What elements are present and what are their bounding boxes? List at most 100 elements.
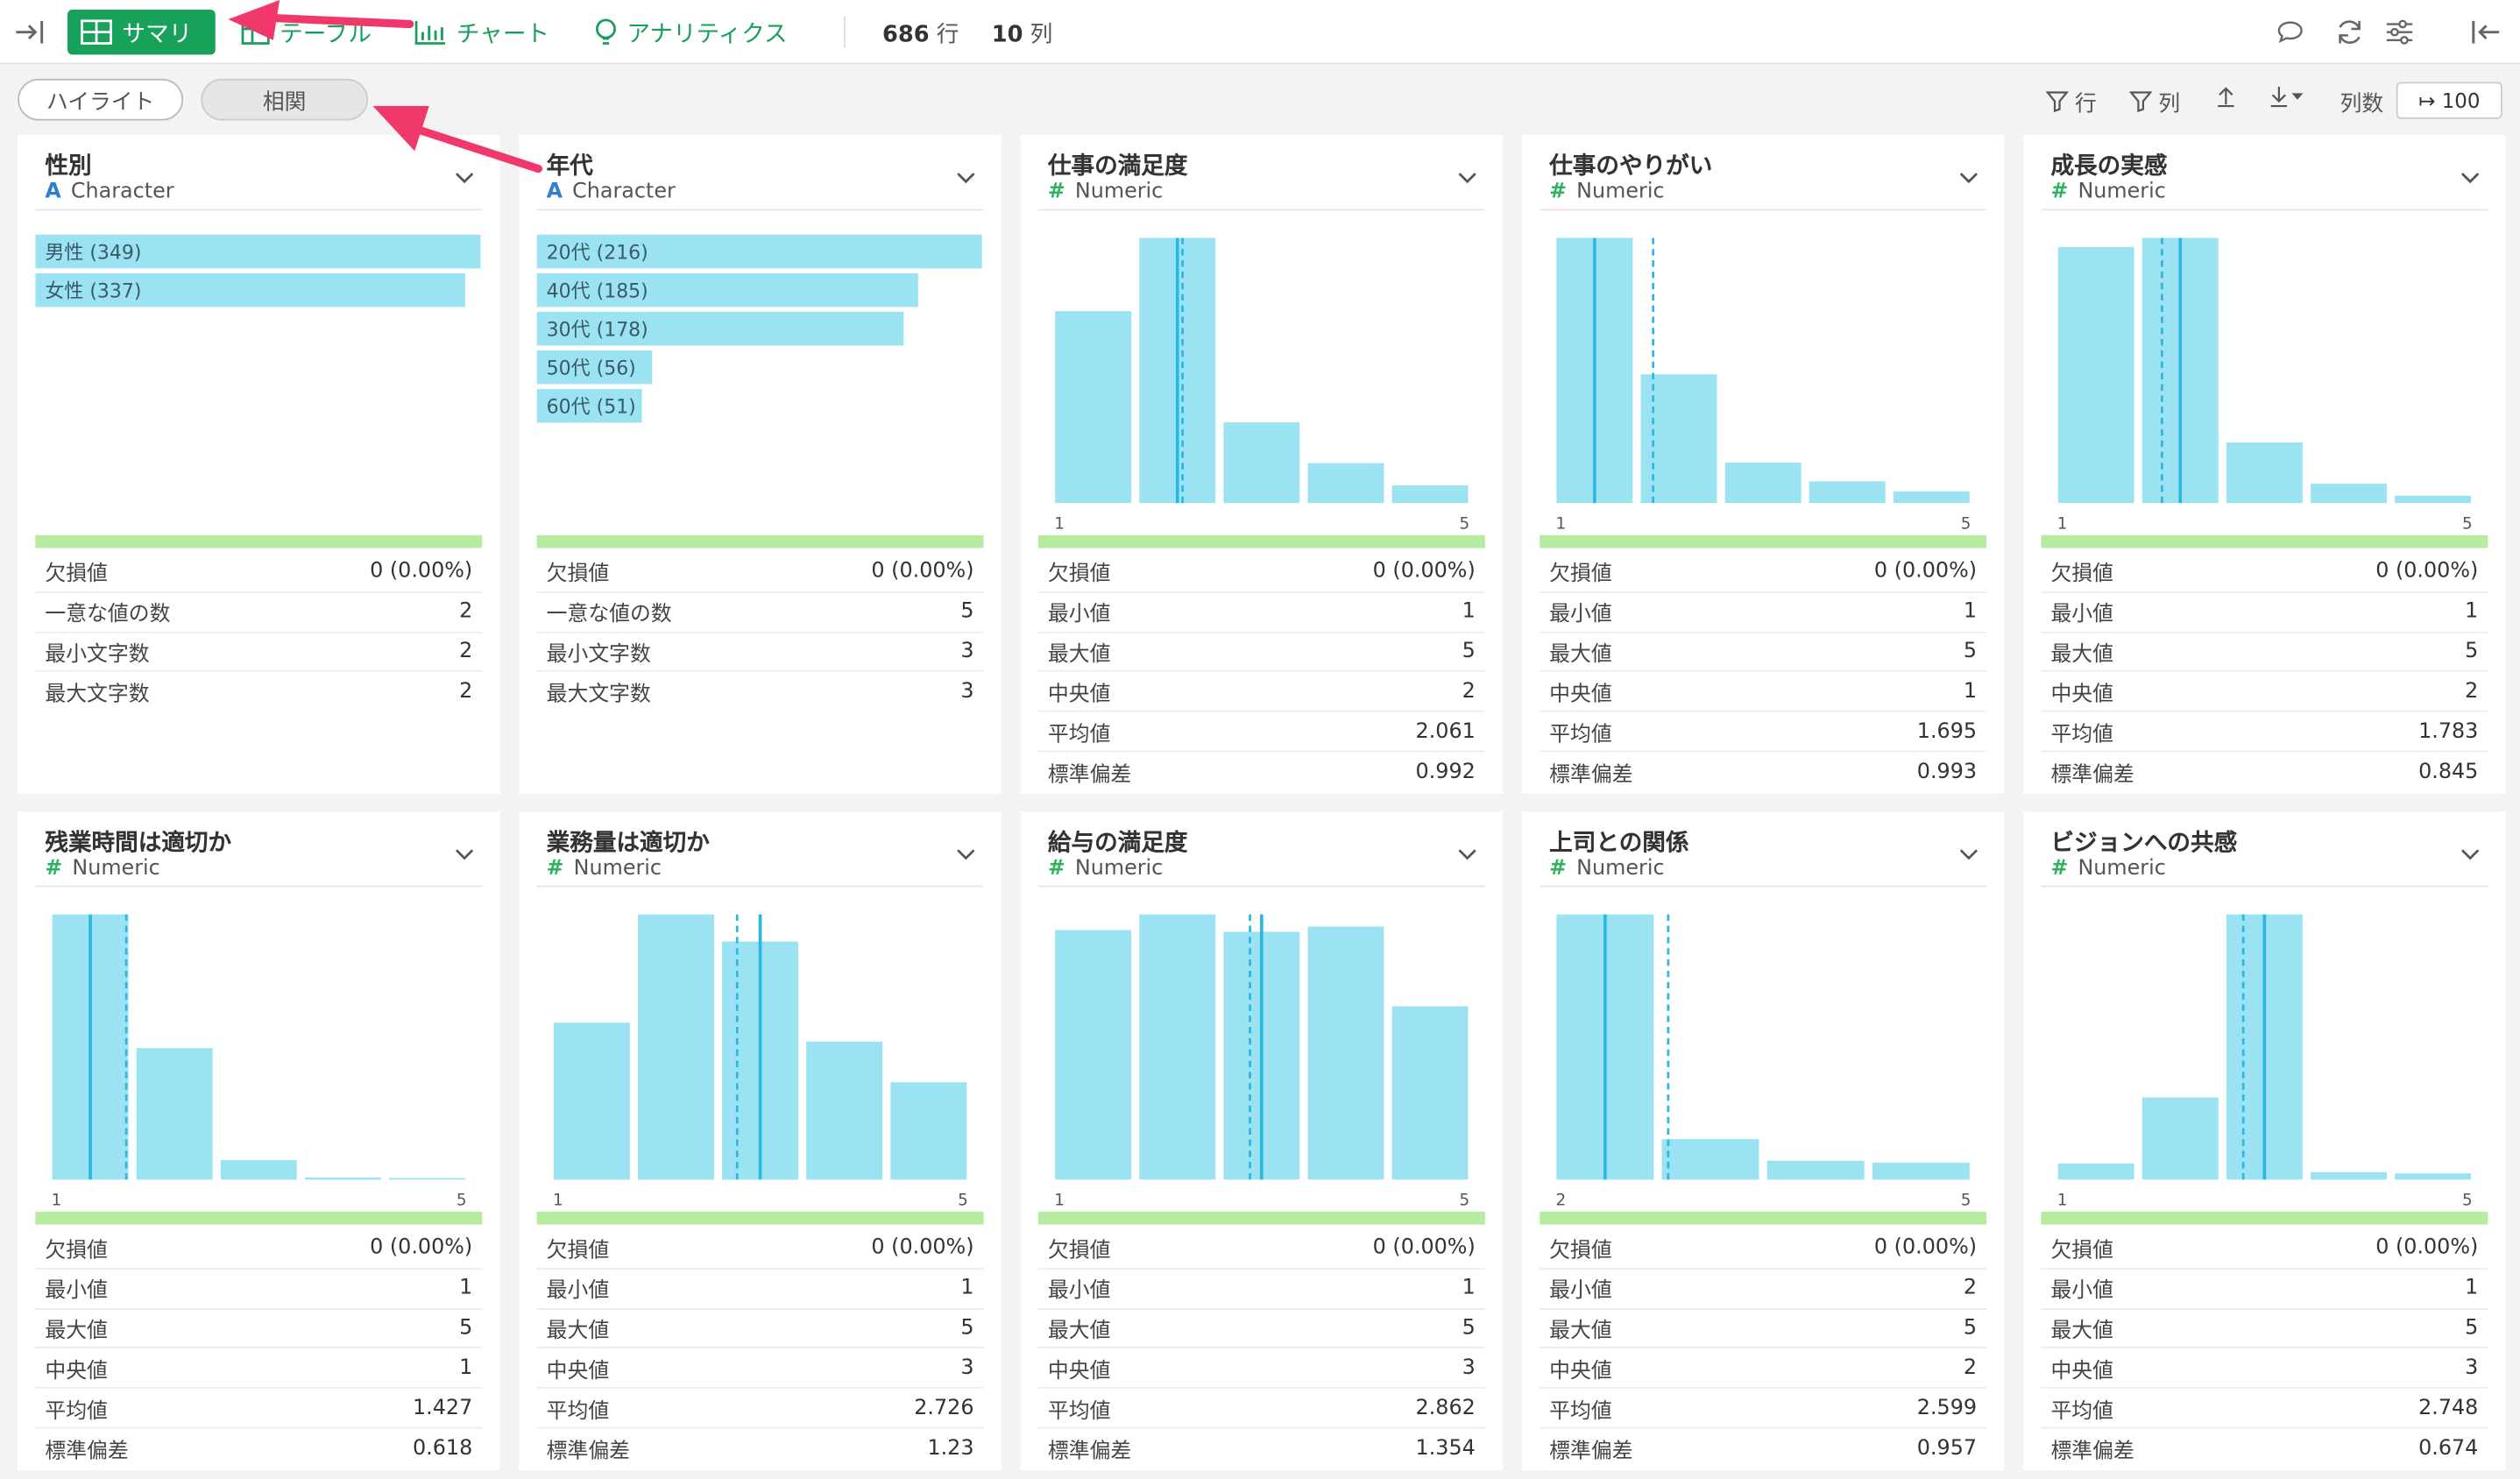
card-column-type: # Numeric (2050, 857, 2165, 881)
stat-value: 2 (459, 680, 473, 704)
histogram-bar[interactable] (1055, 930, 1132, 1180)
chevron-down-icon[interactable] (1458, 844, 1477, 867)
chevron-down-icon[interactable] (1458, 167, 1477, 190)
stat-row: 中央値 3 (536, 1349, 984, 1390)
stat-row: 中央値 2 (1540, 1349, 1987, 1390)
histogram-bar[interactable] (890, 1082, 967, 1180)
stat-row: 最大値 5 (35, 1309, 483, 1349)
stat-value: 0.993 (1916, 760, 1978, 784)
chevron-down-icon[interactable] (455, 844, 474, 867)
stat-value: 0 (0.00%) (1873, 560, 1978, 584)
stat-value: 0 (0.00%) (871, 1236, 974, 1261)
histogram-bar[interactable] (136, 1048, 213, 1180)
histogram-bar[interactable] (2226, 442, 2303, 504)
category-bar-label: 40代 (185) (547, 280, 648, 302)
stat-label: 最小文字数 (546, 642, 651, 668)
category-bar-label: 20代 (216) (547, 242, 648, 264)
card-divider (35, 885, 483, 888)
histogram-bar[interactable] (1893, 491, 1970, 504)
valid-values-bar (35, 534, 483, 548)
chevron-down-icon[interactable] (956, 167, 975, 190)
histogram-bar[interactable] (1872, 1162, 1970, 1180)
chevron-down-icon[interactable] (2460, 844, 2480, 867)
card-chart: 15 (2041, 895, 2488, 1217)
histogram-bar[interactable] (1055, 311, 1132, 504)
comment-icon[interactable] (2273, 16, 2308, 48)
histogram-bar[interactable] (1307, 926, 1384, 1180)
stat-label: 欠損値 (1549, 563, 1612, 588)
histogram-bar[interactable] (304, 1177, 381, 1180)
histogram-bar[interactable] (2311, 1171, 2387, 1180)
stat-row: 欠損値 0 (0.00%) (1540, 553, 1987, 593)
histogram-bar[interactable] (1724, 463, 1802, 504)
chevron-down-icon[interactable] (1959, 844, 1978, 867)
column-count: 10 列 (992, 18, 1053, 50)
card-divider (536, 885, 984, 888)
column-summary-card: 仕事のやりがい # Numeric 1 5 欠損値 0 (0.00%) 最小値 1 最大値 5 中央値… (1521, 135, 2005, 795)
download-menu-icon[interactable] (2268, 85, 2306, 108)
histogram-bar[interactable] (220, 1159, 297, 1180)
collapse-panel-icon[interactable] (2467, 15, 2502, 50)
tab-chart-label: チャート (456, 21, 550, 48)
stat-row: 平均値 1.783 (2041, 712, 2488, 753)
histogram-bar[interactable] (1391, 485, 1469, 504)
stat-label: 最大値 (2050, 642, 2114, 668)
tab-table[interactable]: テーブル (228, 10, 384, 54)
correlation-button[interactable]: 相関 (201, 78, 369, 121)
card-divider (2041, 885, 2488, 888)
tab-analytics[interactable]: アナリティクス (582, 10, 800, 54)
histogram-bar[interactable] (1139, 914, 1216, 1180)
stat-row: 平均値 1.427 (35, 1389, 483, 1429)
histogram-bar[interactable] (806, 1041, 883, 1180)
stat-label: 最小値 (2050, 603, 2114, 627)
expand-sidebar-icon[interactable] (13, 15, 48, 50)
columns-label: 列数 (2339, 91, 2384, 117)
histogram-bar[interactable] (2057, 246, 2134, 504)
row-count: 686 行 (882, 18, 959, 50)
card-title: 性別 (45, 154, 92, 180)
histogram-bar[interactable] (1640, 374, 1717, 504)
column-summary-card: 上司との関係 # Numeric 2 5 欠損値 0 (0.00%) 最小値 2 最大値 5 中央値 2… (1521, 811, 2005, 1471)
stat-row: 最小値 1 (35, 1270, 483, 1310)
settings-sliders-icon[interactable] (2382, 16, 2417, 48)
histogram-bar[interactable] (2141, 1097, 2219, 1180)
histogram-bar[interactable] (1766, 1160, 1865, 1180)
chevron-down-icon[interactable] (455, 167, 474, 190)
stat-value: 0 (0.00%) (370, 560, 473, 584)
filter-rows-button[interactable]: 行 (2045, 85, 2097, 117)
tab-summary[interactable]: サマリ (67, 10, 216, 55)
card-divider (536, 209, 984, 211)
refresh-icon[interactable] (2332, 16, 2367, 48)
stat-row: 最大値 5 (1540, 633, 1987, 673)
histogram-bar[interactable] (1661, 1139, 1759, 1180)
sort-up-icon[interactable] (2215, 85, 2238, 108)
histogram-bar[interactable] (1307, 463, 1384, 504)
distribution-chart: 15 (52, 914, 467, 1210)
histogram-bar[interactable] (1391, 1006, 1469, 1180)
tab-chart[interactable]: チャート (402, 10, 563, 54)
top-toolbar: サマリ テーブル チャート アナリティクス 686 行 10 列 (0, 0, 2520, 65)
filter-columns-button[interactable]: 列 (2129, 85, 2180, 117)
highlight-button[interactable]: ハイライト (18, 78, 184, 121)
histogram-bar[interactable] (1809, 481, 1886, 504)
stat-label: 欠損値 (1047, 563, 1111, 588)
histogram-bar[interactable] (2311, 484, 2387, 504)
chevron-down-icon[interactable] (956, 844, 975, 867)
histogram-bar[interactable] (2057, 1163, 2134, 1180)
stat-row: 最小文字数 2 (35, 633, 483, 673)
histogram-bar[interactable] (637, 914, 714, 1180)
histogram-bar[interactable] (2395, 1173, 2472, 1180)
chevron-down-icon[interactable] (2460, 167, 2480, 190)
histogram-bar[interactable] (389, 1178, 466, 1180)
stat-label: 標準偏差 (1549, 763, 1633, 788)
numeric-type-icon: # (2050, 856, 2069, 881)
histogram-bar[interactable] (1223, 422, 1300, 504)
columns-count-input[interactable]: ↦ 100 (2396, 81, 2502, 119)
stat-value: 2.599 (1916, 1396, 1978, 1420)
valid-values-bar (35, 1211, 483, 1225)
chevron-down-icon[interactable] (1959, 167, 1978, 190)
stat-row: 平均値 2.862 (1037, 1389, 1485, 1429)
histogram-bar[interactable] (2395, 495, 2472, 504)
stat-label: 中央値 (1549, 683, 1612, 707)
histogram-bar[interactable] (553, 1023, 630, 1180)
